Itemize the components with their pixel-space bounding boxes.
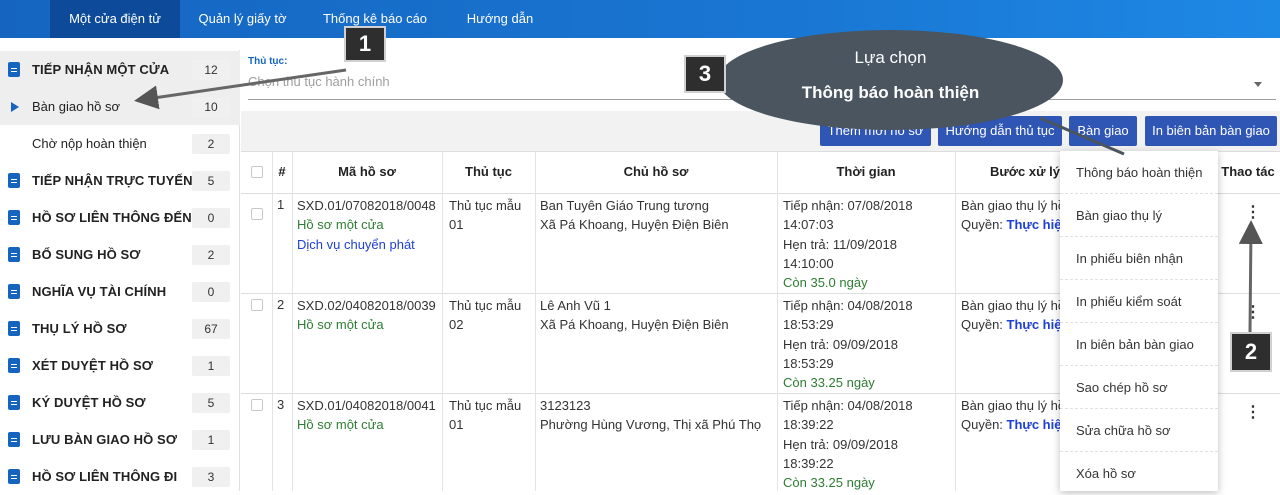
- callout-3: 3: [684, 55, 726, 93]
- bubble-tail: [1039, 116, 1125, 156]
- bubble-line-2: Thông báo hoàn thiện: [801, 83, 980, 102]
- bubble-line-1: Lựa chọn: [854, 48, 927, 67]
- callout-1: 1: [344, 26, 386, 62]
- callout-2: 2: [1230, 332, 1272, 372]
- annotation-arrows: [134, 68, 1263, 333]
- arrow-2: [1238, 220, 1263, 333]
- speech-bubble: Lựa chọn Thông báo hoàn thiện: [718, 30, 1063, 130]
- arrow-1: [134, 68, 347, 110]
